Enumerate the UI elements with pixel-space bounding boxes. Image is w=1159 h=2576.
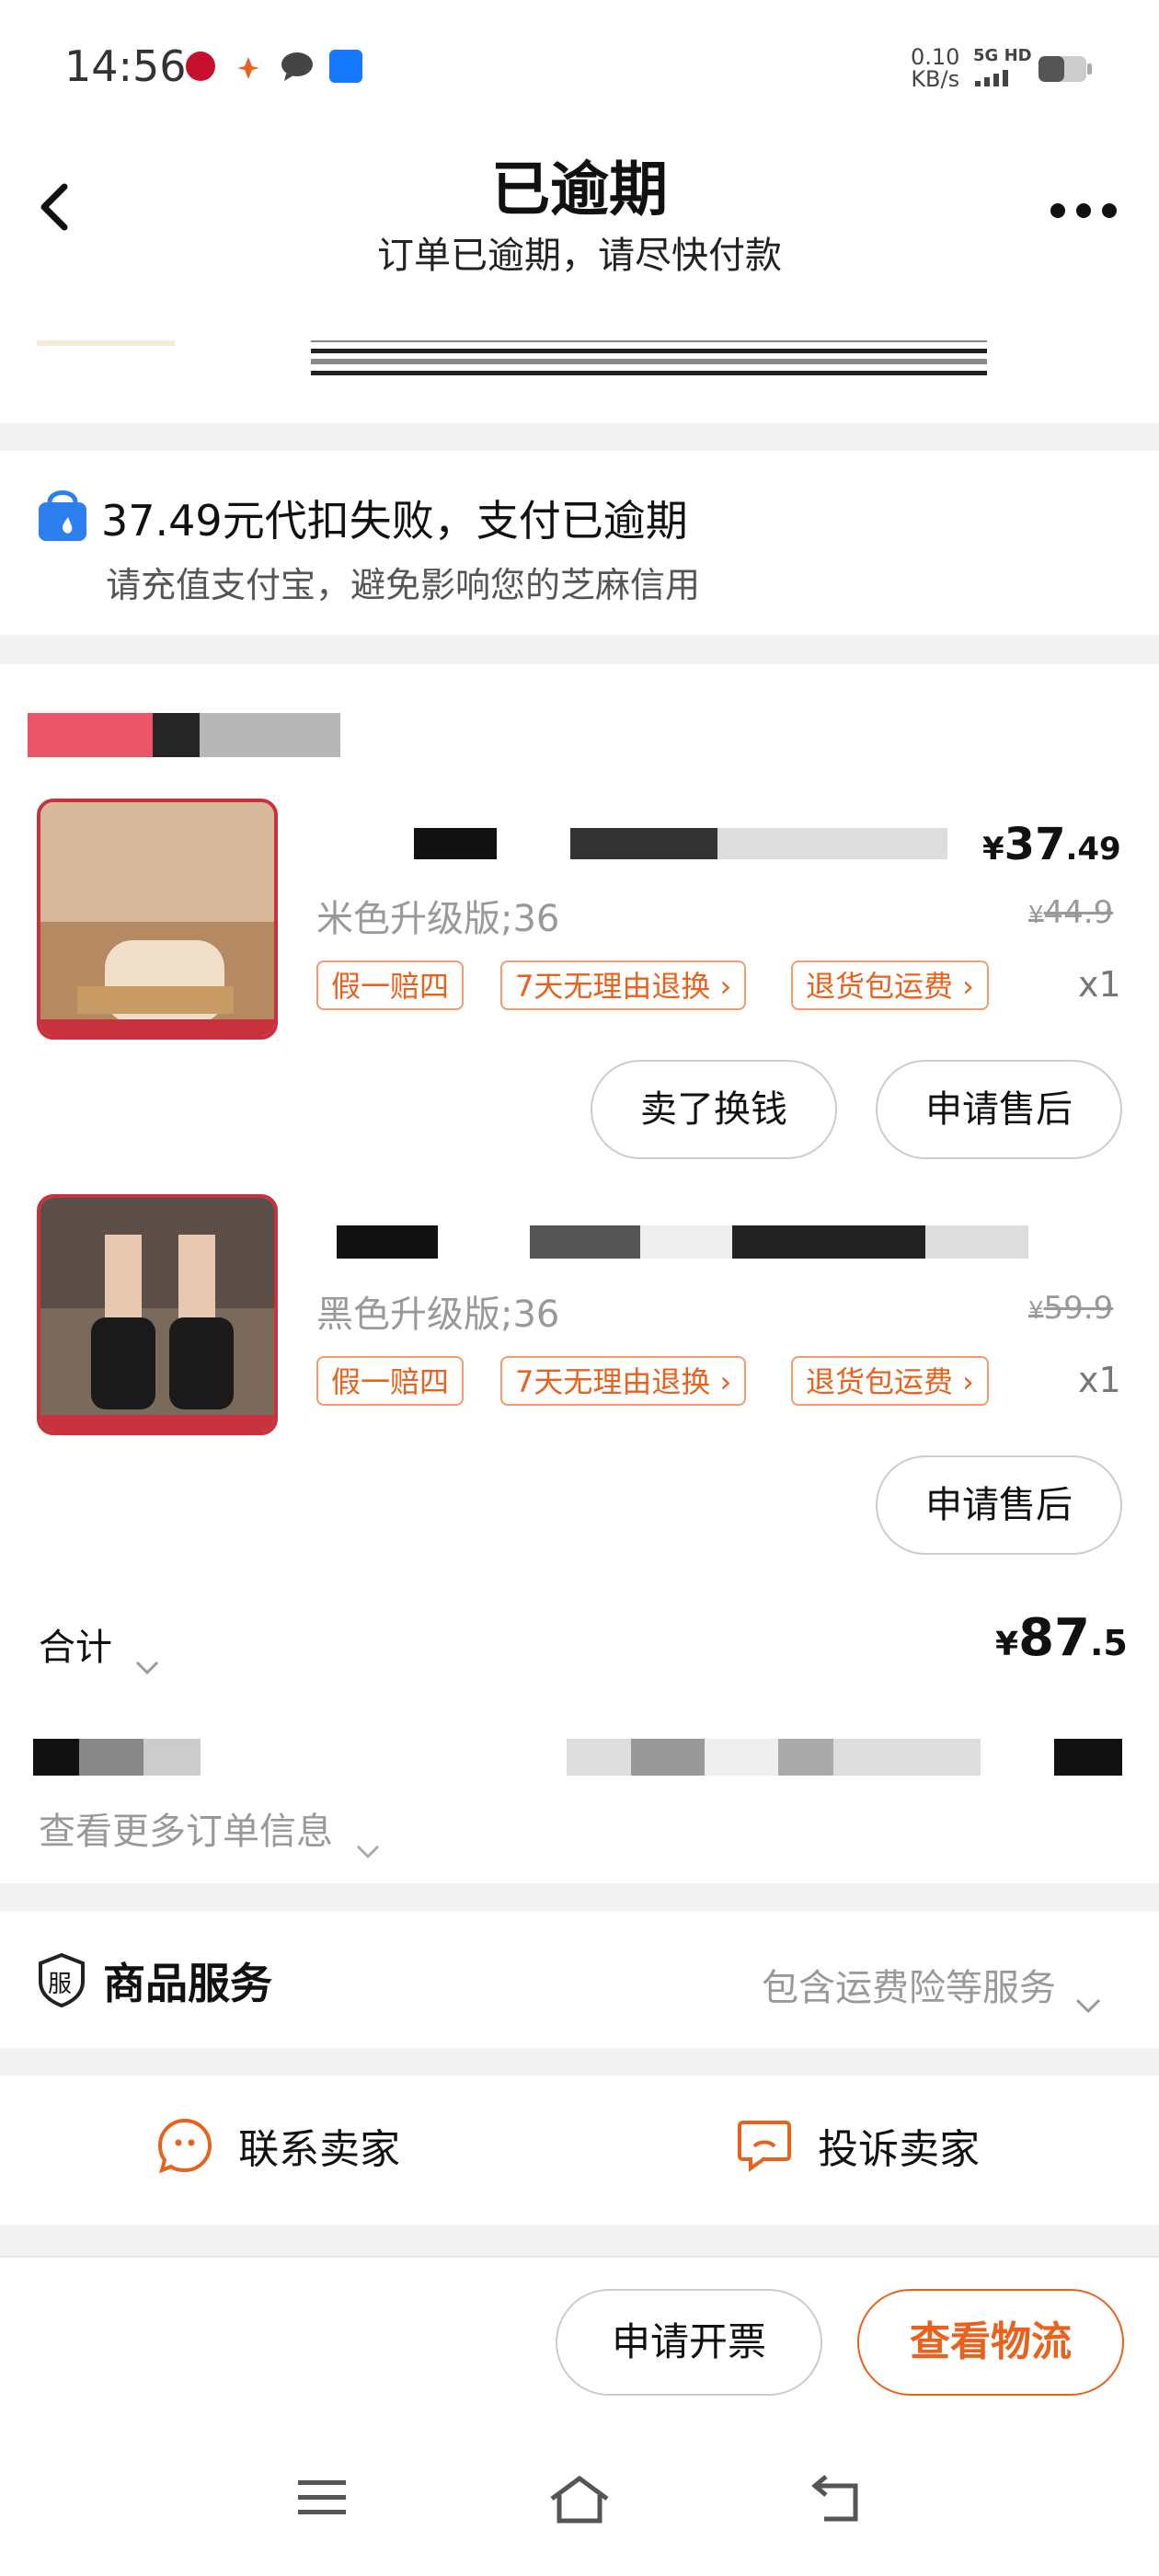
complaint-icon [738,2121,791,2172]
redacted-product-title-1 [331,828,947,859]
currency-symbol: ¥ [982,831,1004,868]
chevron-down-icon [135,1642,159,1675]
item-2-qty: x1 [1078,1360,1121,1400]
complain-seller-label: 投诉卖家 [818,2126,981,2173]
total-label-text: 合计 [39,1627,112,1669]
contact-seller-label: 联系卖家 [238,2126,401,2173]
message-icon [281,52,314,81]
chat-face-icon [157,2118,212,2174]
contact-seller-button[interactable]: 联系卖家 [156,2116,400,2190]
service-detail: 包含运费险等服务 [762,1958,1101,2014]
item-2-orig-value: 59.9 [1043,1290,1114,1327]
tag-fake-compensation[interactable]: 假一赔四 [316,960,465,1010]
alipay-icon [329,50,362,83]
tag-return-shipping-2[interactable]: 退货包运费 › [791,1356,989,1406]
tag-7day-return-2[interactable]: 7天无理由退换 › [500,1356,747,1406]
redacted-product-title-2 [337,1225,1028,1259]
chevron-down-icon-3 [1075,1982,1101,2014]
total-amount-int: 87 [1018,1608,1090,1668]
redacted-order-number [567,1739,1122,1776]
resell-button[interactable]: 卖了换钱 [591,1060,837,1159]
total-amount-dec: .5 [1090,1623,1128,1663]
tag-return-shipping[interactable]: 退货包运费 › [791,960,989,1010]
product-image-2[interactable] [37,1194,278,1435]
alert-subtitle: 请充值支付宝，避免影响您的芝麻信用 [106,565,701,605]
metro-icon [186,52,215,81]
logistics-button[interactable]: 查看物流 [857,2289,1124,2396]
redacted-shop-name [28,713,340,757]
item-1-orig-value: 44.9 [1043,894,1114,931]
tag-7day-return[interactable]: 7天无理由退换 › [500,960,747,1010]
orig-currency: ¥ [1028,902,1044,929]
item-1-price-dec: .49 [1065,831,1121,868]
total-amount: ¥87.5 [995,1608,1128,1668]
more-dots-icon [1050,203,1117,218]
product-image-1[interactable] [37,799,278,1040]
invoice-button[interactable]: 申请开票 [556,2289,822,2396]
more-options-button[interactable] [1049,197,1119,224]
after-sale-button-1[interactable]: 申请售后 [876,1060,1122,1159]
status-bar: 14:56 0.10 KB/s 5G HD [0,0,1159,138]
status-time: 14:56 [64,41,187,91]
tag-fake-compensation-2[interactable]: 假一赔四 [316,1356,465,1406]
item-1-qty: x1 [1078,964,1121,1005]
redacted-banner [37,340,175,346]
complain-seller-button[interactable]: 投诉卖家 [736,2116,980,2190]
net-speed: 0.10 KB/s [911,46,959,90]
item-1-price: ¥37.49 [982,819,1121,870]
item-2-original-price: ¥59.9 [1028,1290,1113,1327]
redacted-order-label [33,1739,201,1776]
item-1-original-price: ¥44.9 [1028,894,1113,931]
service-shield-icon: 服 [37,1952,86,2008]
more-order-info-text: 查看更多订单信息 [39,1811,333,1853]
service-detail-text: 包含运费险等服务 [762,1967,1056,2009]
signal-icon [973,68,1028,86]
total-currency: ¥ [995,1626,1019,1663]
page-title: 已逾期 [491,156,668,224]
total-label[interactable]: 合计 [39,1617,159,1675]
service-label: 商品服务 [103,1959,272,2008]
menu-icon[interactable] [296,2475,348,2521]
net-speed-value: 0.10 [911,44,960,70]
battery-icon [1038,55,1093,83]
signal-label: 5G HD [973,46,1032,65]
redacted-text [311,340,987,375]
alert-title: 37.49元代扣失败，支付已逾期 [101,496,688,546]
after-sale-button-2[interactable]: 申请售后 [876,1455,1122,1555]
more-order-info[interactable]: 查看更多订单信息 [39,1801,380,1859]
back-nav-icon[interactable] [811,2475,863,2524]
service-icon-text: 服 [48,1971,73,1998]
item-1-spec: 米色升级版;36 [316,898,560,940]
chevron-down-icon-2 [356,1826,380,1859]
net-speed-unit: KB/s [911,66,960,92]
item-2-spec: 黑色升级版;36 [316,1294,560,1336]
shopping-bag-icon [35,486,90,543]
app-icon [235,55,261,81]
page-subtitle: 订单已逾期，请尽快付款 [377,235,782,277]
home-icon[interactable] [548,2475,611,2524]
item-1-price-int: 37 [1004,819,1066,870]
orig-currency-2: ¥ [1028,1297,1044,1325]
